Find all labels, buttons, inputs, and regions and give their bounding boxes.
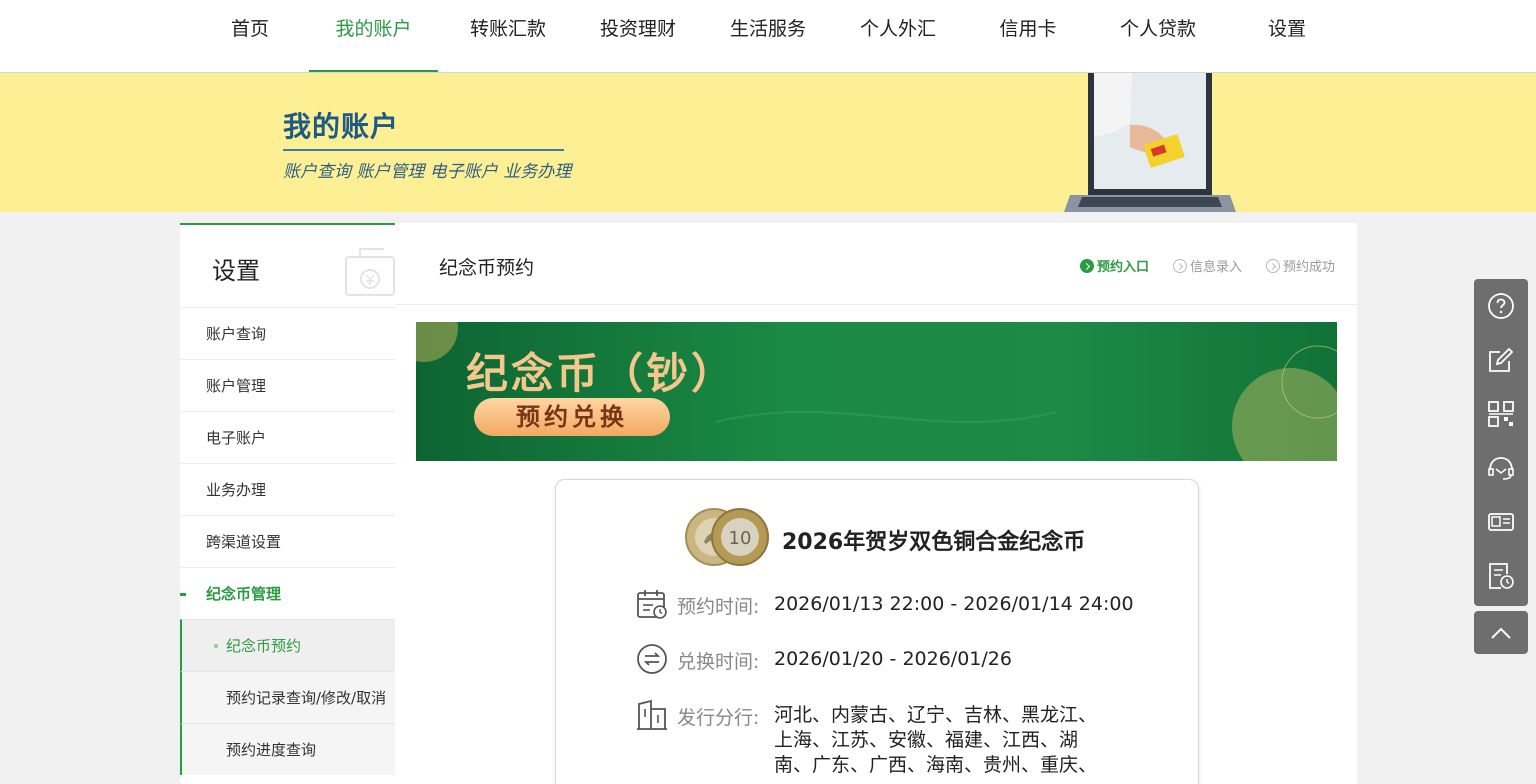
svg-text:10: 10	[729, 528, 752, 549]
qr-code-icon	[1488, 400, 1514, 427]
card-service-button[interactable]	[1474, 495, 1528, 548]
coin-title: 2026年贺岁双色铜合金纪念币	[782, 530, 1086, 555]
nav-item-settings[interactable]: 设置	[1257, 0, 1317, 72]
sidebar-item-e-account[interactable]: 电子账户	[180, 411, 395, 463]
exchange-icon	[637, 644, 667, 674]
wallet-icon	[345, 248, 395, 296]
headset-icon	[1488, 456, 1514, 480]
banner-divider	[283, 149, 564, 151]
banner-subtitle: 账户查询 账户管理 电子账户 业务办理	[283, 162, 572, 182]
id-card-icon	[1488, 512, 1514, 531]
history-button[interactable]	[1474, 549, 1528, 602]
coin-image-icon: 10	[685, 508, 769, 566]
step-success: 预约成功	[1265, 256, 1335, 275]
nav-item-forex[interactable]: 个人外汇	[848, 0, 948, 72]
top-navigation: 首页 我的账户 转账汇款 投资理财 生活服务 个人外汇 信用卡 个人贷款 设置	[0, 0, 1536, 73]
step-info-label: 信息录入	[1189, 260, 1242, 275]
nav-item-life-services[interactable]: 生活服务	[718, 0, 818, 72]
sidebar-item-cross-channel[interactable]: 跨渠道设置	[180, 515, 395, 567]
nav-item-home[interactable]: 首页	[220, 0, 280, 72]
coin-info-card: 10 2026年贺岁双色铜合金纪念币 预约时间: 2026/01/13 22:0…	[555, 479, 1199, 784]
reserve-time-value: 2026/01/13 22:00 - 2026/01/14 24:00	[774, 593, 1134, 615]
help-button[interactable]	[1474, 279, 1528, 332]
page-banner: 我的账户 账户查询 账户管理 电子账户 业务办理	[0, 73, 1536, 212]
promo-banner[interactable]: 纪念币（钞） 预约兑换	[416, 322, 1337, 461]
content-header: 纪念币预约 预约入口 信息录入 预约成功	[395, 223, 1357, 305]
issuing-branch-label: 发行分行:	[677, 707, 760, 729]
floating-toolbar	[1474, 279, 1528, 606]
chevron-up-icon	[1491, 627, 1511, 639]
help-icon	[1488, 292, 1514, 319]
step-indicator: 预约入口 信息录入 预约成功	[1079, 256, 1335, 275]
step-info: 信息录入	[1172, 256, 1242, 275]
step-entry-label: 预约入口	[1096, 260, 1149, 275]
sidebar-subitem-coin-reservation[interactable]: 纪念币预约	[180, 619, 395, 671]
edit-icon	[1489, 347, 1514, 372]
building-icon	[637, 699, 667, 730]
customer-service-button[interactable]	[1474, 441, 1528, 494]
qr-code-button[interactable]	[1474, 387, 1528, 440]
issuing-branch-value: 河北、内蒙古、辽宁、吉林、黑龙江、上海、江苏、安徽、福建、江西、湖南、广东、广西…	[774, 704, 1098, 776]
sidebar-subitem-progress-query[interactable]: 预约进度查询	[180, 723, 395, 775]
sidebar-item-account-management[interactable]: 账户管理	[180, 359, 395, 411]
step-success-icon	[1265, 258, 1280, 273]
exchange-time-value: 2026/01/20 - 2026/01/26	[774, 648, 1012, 670]
step-info-icon	[1172, 258, 1187, 273]
reserve-time-label: 预约时间:	[677, 596, 760, 618]
step-entry: 预约入口	[1079, 256, 1149, 275]
feedback-button[interactable]	[1474, 333, 1528, 386]
nav-item-investment[interactable]: 投资理财	[588, 0, 688, 72]
step-entry-icon	[1079, 258, 1094, 273]
page-title: 纪念币预约	[439, 257, 535, 279]
sidebar-title: 设置	[212, 257, 260, 285]
sidebar-item-coin-management[interactable]: 纪念币管理	[180, 567, 395, 619]
sidebar-item-business[interactable]: 业务办理	[180, 463, 395, 515]
back-to-top-button[interactable]	[1474, 611, 1528, 654]
sidebar-subitem-reservation-records[interactable]: 预约记录查询/修改/取消	[180, 671, 395, 723]
calendar-icon	[637, 590, 667, 619]
nav-item-transfer[interactable]: 转账汇款	[458, 0, 558, 72]
sidebar: 设置 账户查询 账户管理 电子账户 业务办理 跨渠道设置 纪念币管理 纪念币预约…	[180, 223, 395, 784]
promo-reserve-button[interactable]: 预约兑换	[474, 398, 670, 436]
nav-item-credit-card[interactable]: 信用卡	[988, 0, 1068, 72]
sidebar-item-account-query[interactable]: 账户查询	[180, 307, 395, 359]
exchange-time-label: 兑换时间:	[677, 651, 760, 673]
step-success-label: 预约成功	[1282, 260, 1335, 275]
document-clock-icon	[1489, 562, 1514, 589]
nav-item-loans[interactable]: 个人贷款	[1108, 0, 1208, 72]
main-content: 纪念币预约 预约入口 信息录入 预约成功 纪念币（钞） 预约兑换 10 2026…	[395, 223, 1357, 784]
banner-title: 我的账户	[283, 110, 400, 143]
promo-title: 纪念币（钞）	[466, 349, 737, 398]
laptop-card-illustration	[1064, 73, 1236, 212]
nav-item-my-account[interactable]: 我的账户	[309, 0, 438, 72]
